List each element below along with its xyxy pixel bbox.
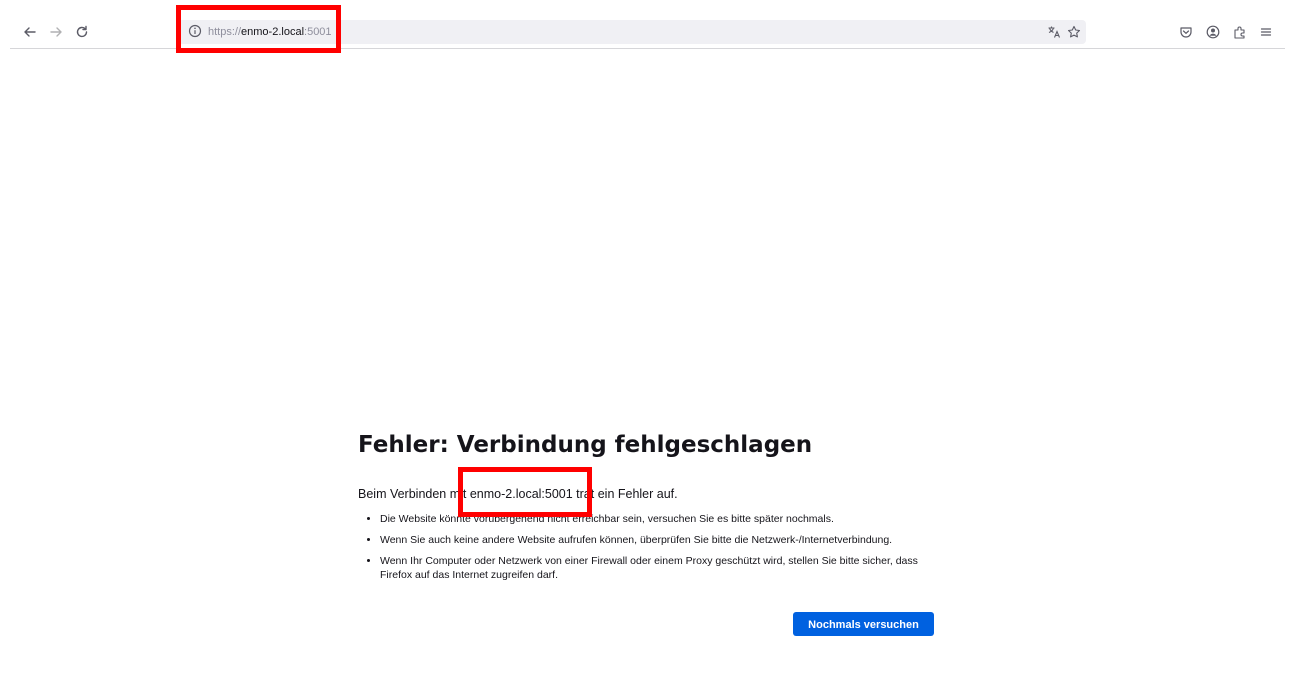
url-host: enmo-2.local [241,26,305,38]
account-icon[interactable] [1205,24,1221,40]
list-item: Die Website könnte vorübergehend nicht e… [380,512,938,526]
site-info-icon[interactable] [188,24,202,38]
list-item: Wenn Ihr Computer oder Netzwerk von eine… [380,554,938,582]
extensions-icon[interactable] [1232,24,1248,40]
menu-icon[interactable] [1258,24,1274,40]
url-scheme: https:// [208,26,242,38]
error-title: Fehler: Verbindung fehlgeschlagen [358,432,813,458]
error-description: Beim Verbinden mit enmo-2.local:5001 tra… [358,487,678,501]
error-container: Fehler: Verbindung fehlgeschlagen Beim V… [358,430,938,589]
translate-icon[interactable] [1046,24,1062,40]
reload-icon[interactable] [72,22,92,42]
list-item: Wenn Sie auch keine andere Website aufru… [380,533,938,547]
browser-toolbar: https://enmo-2.local:5001 [10,16,1285,49]
url-text[interactable]: https://enmo-2.local:5001 [208,25,332,39]
error-suggestion-list: Die Website könnte vorübergehend nicht e… [358,512,938,582]
pocket-icon[interactable] [1178,24,1194,40]
url-bar[interactable]: https://enmo-2.local:5001 [178,20,1086,44]
back-arrow-icon[interactable] [20,22,40,42]
retry-button[interactable]: Nochmals versuchen [793,612,934,636]
url-port: :5001 [304,26,332,38]
bookmark-star-icon[interactable] [1066,24,1082,40]
forward-arrow-icon[interactable] [46,22,66,42]
